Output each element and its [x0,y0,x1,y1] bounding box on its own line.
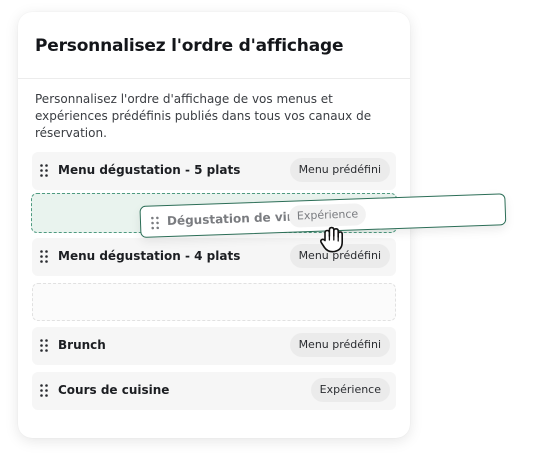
drag-handle-icon[interactable] [40,250,48,263]
stage: Personnalisez l'ordre d'affichage Person… [0,0,542,462]
list-item-badge: Expérience [310,378,390,402]
drag-handle-icon[interactable] [40,384,48,397]
list-item[interactable]: Brunch Menu prédéfini [32,327,396,365]
list-item[interactable]: Cours de cuisine Expérience [32,372,396,410]
list-item-badge: Menu prédéfini [289,158,390,182]
dragged-item-label: Dégustation de vins [166,209,303,229]
list-item-label: Menu dégustation - 4 plats [58,249,241,263]
list-item-label: Brunch [58,338,106,352]
card-divider [18,78,410,79]
card-title: Personnalisez l'ordre d'affichage [35,36,344,56]
list-item-label: Cours de cuisine [58,383,170,397]
list-item-label: Menu dégustation - 5 plats [58,163,241,177]
drag-handle-icon[interactable] [40,164,48,177]
list-item[interactable]: Menu dégustation - 5 plats Menu prédéfin… [32,152,396,190]
list-item-badge: Menu prédéfini [289,333,390,357]
card-description: Personnalisez l'ordre d'affichage de vos… [35,92,372,140]
drag-handle-icon[interactable] [40,339,48,352]
drag-handle-icon[interactable] [151,216,160,230]
grab-hand-cursor-icon [320,226,343,253]
empty-drop-slot [32,283,396,321]
